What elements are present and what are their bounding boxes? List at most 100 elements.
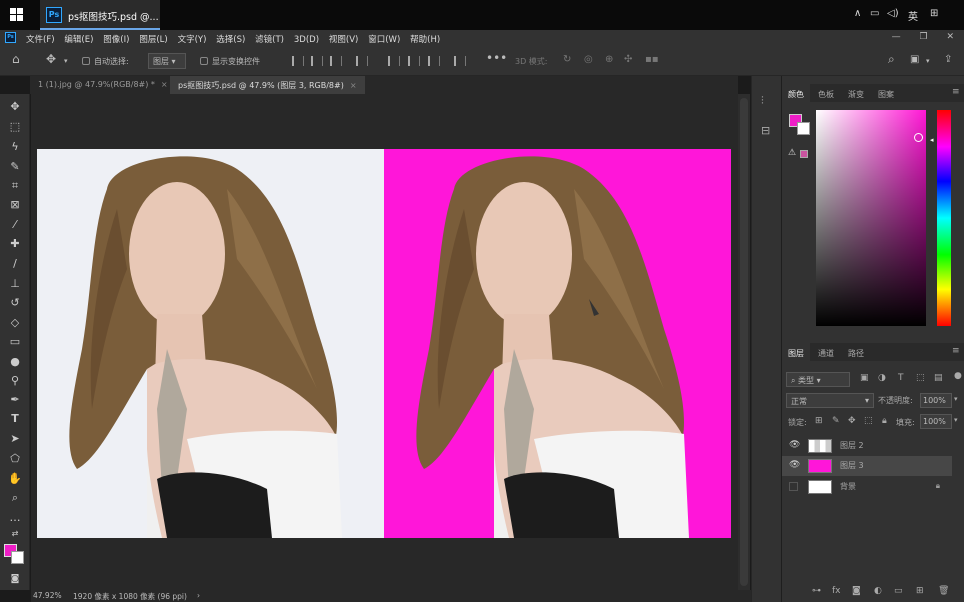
layer-style-icon[interactable]: fx (832, 586, 841, 596)
scrollbar-thumb[interactable] (740, 98, 748, 586)
swap-colors-icon[interactable]: ⇄ (8, 527, 22, 541)
masked-photo-magenta-background[interactable] (384, 149, 731, 538)
new-group-icon[interactable]: ▭ (894, 586, 903, 596)
layer-filter-dropdown[interactable]: ⌕ 类型 ▾ (786, 372, 850, 387)
eyedropper-tool-icon[interactable]: ⁄ (8, 218, 22, 232)
status-menu-arrow[interactable]: › (197, 591, 200, 600)
canvas-vertical-scrollbar[interactable] (738, 94, 750, 590)
tab-gradients[interactable]: 渐变 (842, 84, 870, 102)
properties-panel-icon[interactable]: ⊟ (761, 124, 770, 137)
opacity-chevron-icon[interactable]: ▾ (954, 395, 958, 403)
workspace-icon[interactable]: ▣ (910, 54, 919, 65)
menu-layer[interactable]: 图层(L) (139, 35, 167, 45)
eraser-tool-icon[interactable]: ◇ (8, 316, 22, 330)
filter-toggle-icon[interactable]: ● (954, 371, 962, 381)
layer-name[interactable]: 图层 2 (840, 440, 864, 451)
marquee-tool-icon[interactable]: ⬚ (8, 120, 22, 134)
menu-window[interactable]: 窗口(W) (368, 35, 400, 45)
history-brush-icon[interactable]: ↺ (8, 296, 22, 310)
blend-mode-dropdown[interactable]: 正常 ▾ (786, 393, 874, 408)
volume-icon[interactable]: ◁) (887, 8, 899, 19)
hue-slider[interactable] (937, 110, 951, 326)
input-language[interactable]: 英 (908, 8, 918, 23)
align-left-icon[interactable] (292, 56, 304, 66)
distribute-center-icon[interactable] (408, 56, 420, 66)
type-tool-icon[interactable]: T (8, 412, 22, 426)
layer-row[interactable]: 👁︎ 图层 2 (782, 436, 952, 456)
tab-layers[interactable]: 图层 (782, 343, 810, 361)
lock-image-icon[interactable]: ✎ (832, 416, 840, 426)
hue-slider-marker[interactable]: ◂ (930, 136, 934, 144)
filter-type-icon[interactable]: T (898, 373, 904, 383)
layer-row-selected[interactable]: 👁︎ 图层 3 (782, 456, 952, 476)
pen-tool-icon[interactable]: ✒ (8, 393, 22, 407)
color-picker-handle[interactable] (914, 133, 923, 142)
menu-select[interactable]: 选择(S) (216, 35, 245, 45)
auto-select-checkbox[interactable] (82, 57, 90, 65)
menu-filter[interactable]: 滤镜(T) (255, 35, 284, 45)
filter-smart-object-icon[interactable]: ▤ (934, 373, 943, 383)
hand-tool-icon[interactable]: ✋ (8, 472, 22, 486)
background-color-swatch[interactable] (11, 551, 24, 564)
opacity-input[interactable]: 100% (920, 393, 952, 408)
more-options-icon[interactable]: ••• (486, 51, 507, 65)
scale-3d-icon[interactable]: ▪▪ (645, 54, 659, 65)
gamut-color-swatch[interactable] (800, 150, 808, 158)
layers-panel-menu-icon[interactable]: ≡ (952, 346, 960, 356)
share-icon[interactable]: ⇪ (944, 54, 952, 65)
restore-button[interactable]: ❐ (920, 32, 928, 42)
search-icon[interactable]: ⌕ (888, 52, 895, 67)
color-panel-background-swatch[interactable] (797, 122, 810, 135)
auto-select-dropdown[interactable]: 图层 ▾ (148, 53, 186, 69)
tab-document-2[interactable]: ps抠图技巧.psd @ 47.9% (图层 3, RGB/8#) × (170, 76, 365, 94)
tab-patterns[interactable]: 图案 (872, 84, 900, 102)
lock-transparent-icon[interactable]: ⊞ (815, 416, 823, 426)
workspace-chevron-icon[interactable]: ▾ (926, 57, 930, 65)
panel-menu-icon[interactable]: ≡ (952, 87, 960, 97)
add-mask-icon[interactable]: ◙ (852, 586, 861, 596)
lock-all-icon[interactable]: 🔒︎ (882, 416, 887, 426)
slide-3d-icon[interactable]: ✣ (624, 54, 632, 65)
minimize-button[interactable]: — (892, 32, 901, 42)
move-tool-icon[interactable]: ✥ (8, 100, 22, 114)
tab-close-icon[interactable]: × (350, 81, 357, 90)
tab-swatches[interactable]: 色板 (812, 84, 840, 102)
original-photo[interactable] (37, 149, 384, 538)
filter-pixel-icon[interactable]: ▣ (860, 373, 869, 383)
layer-row[interactable]: 背景 🔒︎ (782, 477, 952, 497)
network-icon[interactable]: ▭ (870, 8, 879, 19)
windows-start-icon[interactable] (10, 8, 24, 22)
roll-3d-icon[interactable]: ◎ (584, 54, 593, 65)
fill-chevron-icon[interactable]: ▾ (954, 416, 958, 424)
input-method-icon[interactable]: ⊞ (930, 8, 938, 19)
blur-tool-icon[interactable]: ● (8, 355, 22, 369)
path-select-tool-icon[interactable]: ➤ (8, 432, 22, 446)
close-button[interactable]: ✕ (946, 32, 954, 42)
dodge-tool-icon[interactable]: ⚲ (8, 374, 22, 388)
align-right-icon[interactable] (330, 56, 342, 66)
menu-help[interactable]: 帮助(H) (410, 35, 440, 45)
healing-brush-icon[interactable]: ✚ (8, 237, 22, 251)
brush-tool-icon[interactable]: / (8, 257, 22, 271)
history-panel-icon[interactable]: ⫶ (761, 94, 764, 108)
tab-paths[interactable]: 路径 (842, 343, 870, 361)
align-center-icon[interactable] (311, 56, 323, 66)
orbit-3d-icon[interactable]: ↻ (563, 54, 571, 65)
distribute-top-icon[interactable] (388, 56, 400, 66)
tab-channels[interactable]: 通道 (812, 343, 840, 361)
menu-file[interactable]: 文件(F) (26, 35, 55, 45)
menu-image[interactable]: 图像(I) (103, 35, 129, 45)
lock-position-icon[interactable]: ✥ (848, 416, 856, 426)
chevron-down-icon[interactable]: ▾ (64, 57, 68, 65)
home-icon[interactable]: ⌂ (12, 52, 20, 66)
zoom-tool-icon[interactable]: ⌕ (8, 491, 22, 505)
layer-name[interactable]: 图层 3 (840, 460, 864, 471)
tab-document-1[interactable]: 1 (1).jpg @ 47.9%(RGB/8#) * × (30, 76, 176, 94)
tab-close-icon[interactable]: × (161, 80, 168, 89)
move-tool-options-icon[interactable]: ✥ (46, 52, 56, 66)
align-top-icon[interactable] (356, 56, 368, 66)
new-adjustment-icon[interactable]: ◐ (874, 586, 882, 596)
edit-toolbar-icon[interactable]: … (8, 511, 22, 525)
gradient-tool-icon[interactable]: ▭ (8, 335, 22, 349)
link-layers-icon[interactable]: ⊶ (812, 586, 821, 596)
